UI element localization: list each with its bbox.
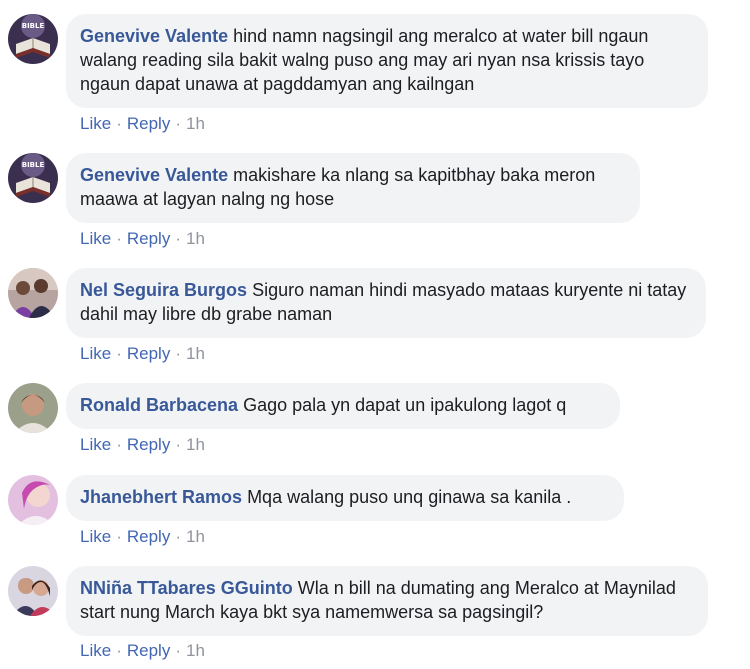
comment-timestamp[interactable]: 1h xyxy=(186,229,205,248)
separator: · xyxy=(116,435,122,454)
separator: · xyxy=(175,344,181,363)
separator: · xyxy=(116,527,122,546)
avatar[interactable] xyxy=(8,383,58,433)
separator: · xyxy=(116,229,122,248)
comment-actions: Like · Reply · 1h xyxy=(80,640,205,662)
comment-bubble: Nel Seguira Burgos Siguro naman hindi ma… xyxy=(66,268,706,338)
comment-author[interactable]: Nel Seguira Burgos xyxy=(80,280,247,300)
comment-author[interactable]: NNiña TTabares GGuinto xyxy=(80,578,293,598)
avatar[interactable] xyxy=(8,566,58,616)
separator: · xyxy=(116,114,122,133)
reply-button[interactable]: Reply xyxy=(127,229,170,248)
avatar[interactable] xyxy=(8,475,58,525)
separator: · xyxy=(175,229,181,248)
comment-author[interactable]: Genevive Valente xyxy=(80,165,228,185)
like-button[interactable]: Like xyxy=(80,344,111,363)
like-button[interactable]: Like xyxy=(80,229,111,248)
separator: · xyxy=(116,641,122,660)
comment-bubble: Ronald Barbacena Gago pala yn dapat un i… xyxy=(66,383,620,429)
comment-actions: Like · Reply · 1h xyxy=(80,526,205,548)
comment-bubble: Genevive Valente hind namn nagsingil ang… xyxy=(66,14,708,108)
comment-author[interactable]: Jhanebhert Ramos xyxy=(80,487,242,507)
comment-timestamp[interactable]: 1h xyxy=(186,344,205,363)
svg-text:BIBLE: BIBLE xyxy=(22,22,45,30)
comment-actions: Like · Reply · 1h xyxy=(80,113,205,135)
comment-timestamp[interactable]: 1h xyxy=(186,435,205,454)
separator: · xyxy=(175,435,181,454)
comment-actions: Like · Reply · 1h xyxy=(80,343,205,365)
avatar[interactable]: BIBLE xyxy=(8,153,58,203)
comment-author[interactable]: Ronald Barbacena xyxy=(80,395,238,415)
comment-bubble: Genevive Valente makishare ka nlang sa k… xyxy=(66,153,640,223)
comment-actions: Like · Reply · 1h xyxy=(80,228,205,250)
comment-actions: Like · Reply · 1h xyxy=(80,434,205,456)
bible-book-icon: BIBLE xyxy=(8,153,58,203)
bible-book-icon: BIBLE xyxy=(8,14,58,64)
comment-timestamp[interactable]: 1h xyxy=(186,641,205,660)
like-button[interactable]: Like xyxy=(80,527,111,546)
avatar[interactable]: BIBLE xyxy=(8,14,58,64)
avatar[interactable] xyxy=(8,268,58,318)
group-photo-icon xyxy=(8,268,58,318)
like-button[interactable]: Like xyxy=(80,435,111,454)
reply-button[interactable]: Reply xyxy=(127,344,170,363)
separator: · xyxy=(175,114,181,133)
reply-button[interactable]: Reply xyxy=(127,527,170,546)
comment-timestamp[interactable]: 1h xyxy=(186,527,205,546)
separator: · xyxy=(175,641,181,660)
separator: · xyxy=(116,344,122,363)
comment-text: Gago pala yn dapat un ipakulong lagot q xyxy=(243,395,567,415)
separator: · xyxy=(175,527,181,546)
portrait-photo-icon xyxy=(8,475,58,525)
reply-button[interactable]: Reply xyxy=(127,435,170,454)
like-button[interactable]: Like xyxy=(80,641,111,660)
comment-text: Mqa walang puso unq ginawa sa kanila . xyxy=(247,487,572,507)
comment-timestamp[interactable]: 1h xyxy=(186,114,205,133)
person-photo-icon xyxy=(8,383,58,433)
reply-button[interactable]: Reply xyxy=(127,641,170,660)
comment-bubble: Jhanebhert Ramos Mqa walang puso unq gin… xyxy=(66,475,624,521)
couple-photo-icon xyxy=(8,566,58,616)
comment-bubble: NNiña TTabares GGuinto Wla n bill na dum… xyxy=(66,566,708,636)
reply-button[interactable]: Reply xyxy=(127,114,170,133)
svg-text:BIBLE: BIBLE xyxy=(22,161,45,169)
like-button[interactable]: Like xyxy=(80,114,111,133)
comment-author[interactable]: Genevive Valente xyxy=(80,26,228,46)
